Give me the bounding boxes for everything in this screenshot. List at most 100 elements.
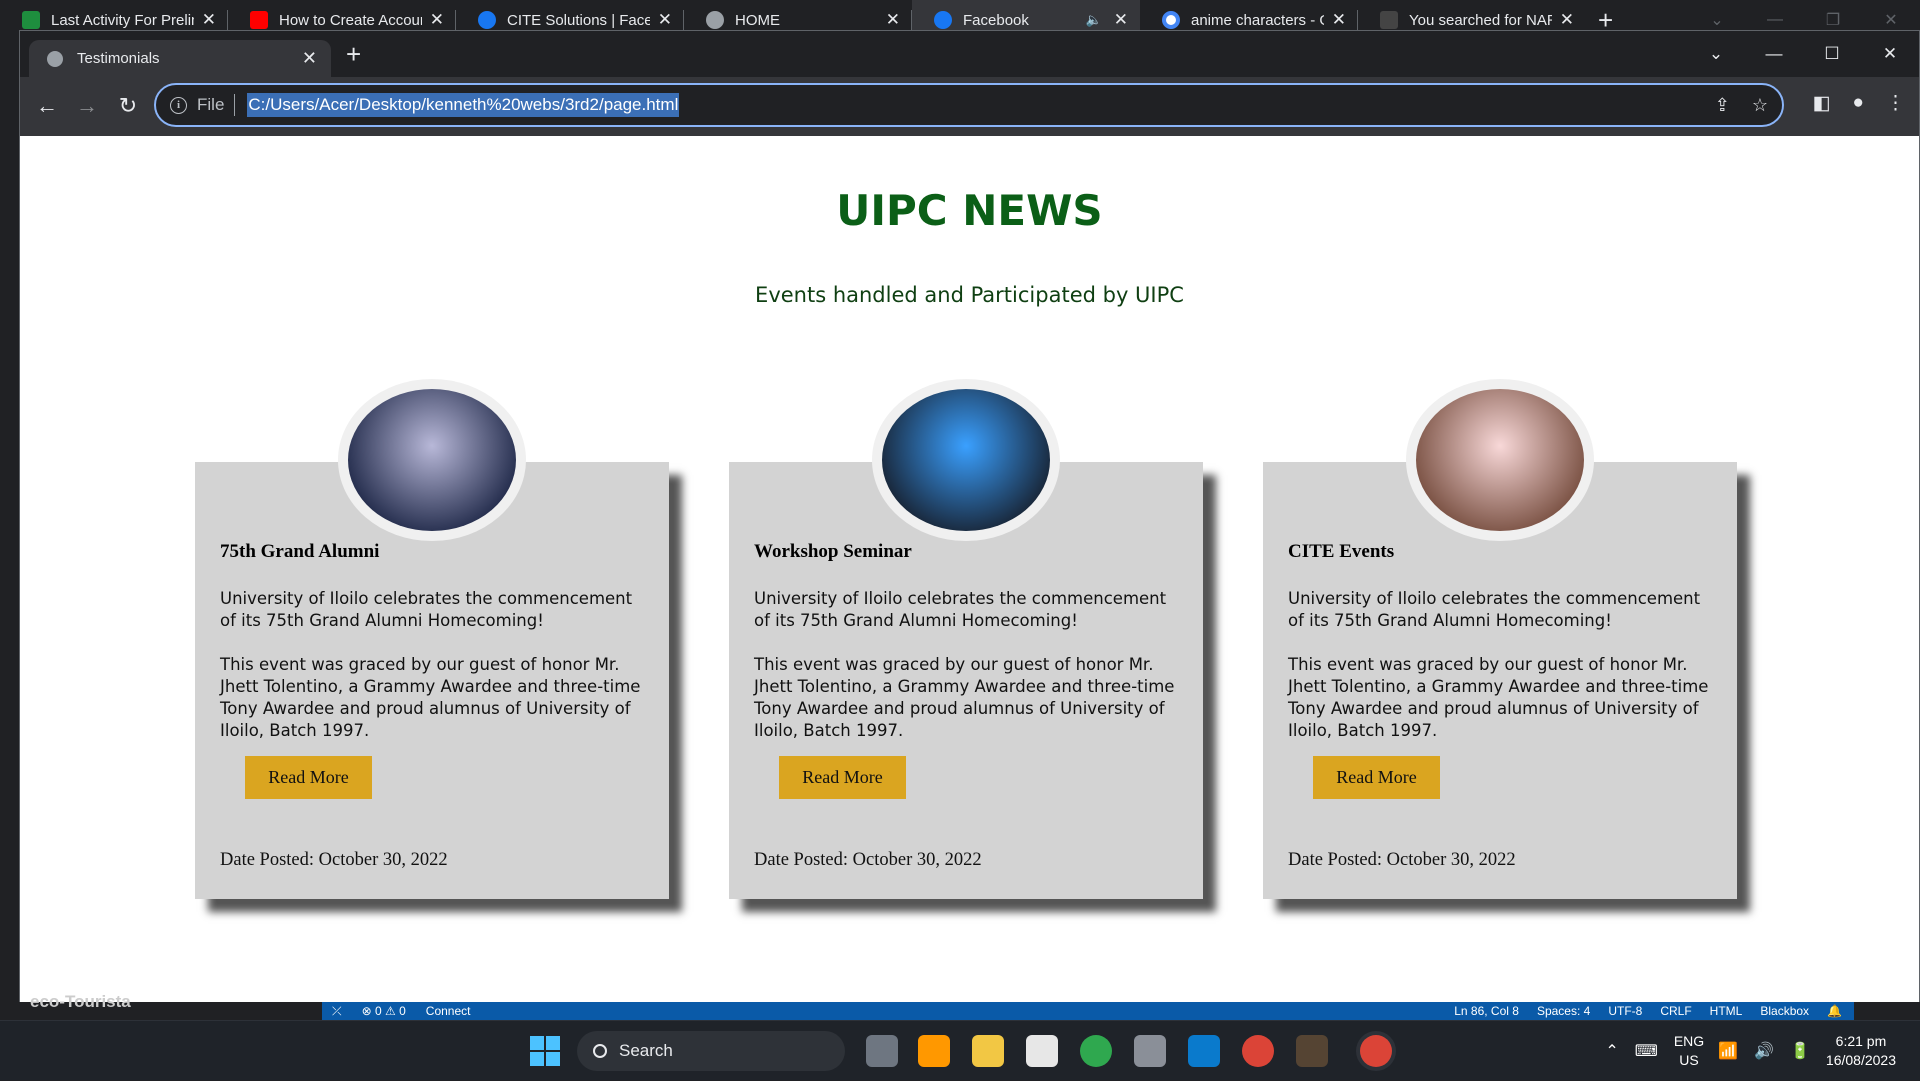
news-card: CITE Events University of Iloilo celebra… xyxy=(1263,379,1737,899)
language-label[interactable]: HTML xyxy=(1710,1004,1743,1018)
tab-title: HOME xyxy=(735,11,780,29)
chrome-active-icon[interactable] xyxy=(1360,1035,1392,1067)
page-subtitle: Events handled and Participated by UIPC xyxy=(755,283,1184,307)
divider xyxy=(234,94,236,116)
maximize-icon[interactable]: ☐ xyxy=(1803,44,1861,64)
taskbar-search[interactable]: Search xyxy=(577,1031,845,1071)
remote-icon[interactable]: ⤫ xyxy=(332,1004,342,1019)
camera-icon[interactable] xyxy=(1134,1035,1166,1067)
close-icon[interactable]: ✕ xyxy=(430,10,444,30)
app-icon[interactable] xyxy=(1296,1035,1328,1067)
classroom-icon xyxy=(22,11,40,29)
taskbar: Search ⌃ ⌨ ENG US 📶 🔊 🔋 6:21 pm 16/08/20… xyxy=(0,1020,1920,1080)
avatar-image xyxy=(882,389,1050,531)
sublime-icon[interactable] xyxy=(918,1035,950,1067)
globe-icon xyxy=(47,50,63,67)
search-label: Search xyxy=(619,1041,673,1060)
snipping-tool-icon[interactable] xyxy=(1026,1035,1058,1067)
card-paragraph: University of Iloilo celebrates the comm… xyxy=(1288,589,1701,630)
chevron-down-icon[interactable]: ⌄ xyxy=(1688,10,1746,30)
clock-time: 6:21 pm xyxy=(1835,1033,1887,1049)
avatar xyxy=(1406,379,1594,541)
card-title: Workshop Seminar xyxy=(754,541,912,562)
close-icon[interactable]: ✕ xyxy=(202,10,216,30)
search-icon xyxy=(593,1044,607,1058)
avatar-image xyxy=(348,389,516,531)
vscode-icon[interactable] xyxy=(1188,1035,1220,1067)
task-view-icon[interactable] xyxy=(866,1035,898,1067)
speaker-icon[interactable]: 🔈 xyxy=(1086,12,1102,28)
tab-title: Facebook xyxy=(963,11,1029,29)
read-more-button[interactable]: Read More xyxy=(1313,756,1440,799)
browser-toolbar: ← → ↻ i File C:/Users/Acer/Desktop/kenne… xyxy=(20,77,1919,134)
close-icon[interactable]: ✕ xyxy=(658,10,672,30)
file-explorer-icon[interactable] xyxy=(972,1035,1004,1067)
close-icon[interactable]: ✕ xyxy=(1862,10,1920,30)
card-paragraph: University of Iloilo celebrates the comm… xyxy=(754,589,1167,630)
close-icon[interactable]: ✕ xyxy=(886,10,900,30)
eol-label[interactable]: CRLF xyxy=(1660,1004,1691,1018)
tab-testimonials[interactable]: Testimonials ✕ xyxy=(29,40,331,77)
youtube-icon xyxy=(250,11,268,29)
cursor-position[interactable]: Ln 86, Col 8 xyxy=(1454,1004,1519,1018)
clock[interactable]: 6:21 pm 16/08/2023 xyxy=(1826,1032,1896,1070)
lang-code: ENG xyxy=(1673,1033,1705,1049)
minimize-icon[interactable]: — xyxy=(1745,44,1803,64)
volume-icon[interactable]: 🔊 xyxy=(1754,1041,1774,1061)
extension-label[interactable]: Blackbox xyxy=(1760,1004,1809,1018)
wifi-icon[interactable]: 📶 xyxy=(1718,1041,1738,1061)
chevron-up-icon[interactable]: ⌃ xyxy=(1605,1041,1618,1061)
new-tab-icon[interactable]: + xyxy=(346,41,361,67)
chrome-icon[interactable] xyxy=(1242,1035,1274,1067)
edge-icon[interactable] xyxy=(1080,1035,1112,1067)
tab-strip: Testimonials ✕ + ⌄ — ☐ ✕ xyxy=(20,31,1919,77)
read-more-button[interactable]: Read More xyxy=(779,756,906,799)
close-icon[interactable]: ✕ xyxy=(1560,10,1574,30)
avatar xyxy=(872,379,1060,541)
menu-icon[interactable]: ⋮ xyxy=(1886,92,1905,115)
star-icon[interactable]: ☆ xyxy=(1752,95,1768,116)
globe-icon xyxy=(706,11,724,29)
read-more-button[interactable]: Read More xyxy=(245,756,372,799)
url-text[interactable]: C:/Users/Acer/Desktop/kenneth%20webs/3rd… xyxy=(247,93,680,117)
close-icon[interactable]: ✕ xyxy=(302,48,317,69)
date-posted: Date Posted: October 30, 2022 xyxy=(220,850,448,870)
close-icon[interactable]: ✕ xyxy=(1332,10,1346,30)
tab-title: Last Activity For Prelim xyxy=(51,11,194,29)
facebook-icon xyxy=(934,11,952,29)
indent-setting[interactable]: Spaces: 4 xyxy=(1537,1004,1590,1018)
close-icon[interactable]: ✕ xyxy=(1114,10,1128,30)
start-icon[interactable] xyxy=(530,1036,560,1066)
system-tray: ⌃ ⌨ ENG US 📶 🔊 🔋 6:21 pm 16/08/2023 xyxy=(1605,1021,1920,1081)
forward-icon[interactable]: → xyxy=(72,91,102,121)
back-icon[interactable]: ← xyxy=(32,91,62,121)
chevron-down-icon[interactable]: ⌄ xyxy=(1687,44,1745,64)
clock-date: 16/08/2023 xyxy=(1825,1052,1896,1068)
card-body: University of Iloilo celebrates the comm… xyxy=(754,588,1179,742)
connect-label[interactable]: Connect xyxy=(426,1004,471,1018)
battery-icon[interactable]: 🔋 xyxy=(1790,1041,1810,1061)
address-bar[interactable]: i File C:/Users/Acer/Desktop/kenneth%20w… xyxy=(154,83,1784,127)
encoding-label[interactable]: UTF-8 xyxy=(1608,1004,1642,1018)
as-icon xyxy=(1380,11,1398,29)
language-indicator[interactable]: ENG US xyxy=(1674,1032,1704,1070)
bell-icon[interactable]: 🔔 xyxy=(1827,1004,1842,1018)
window-controls: ⌄ — ☐ ✕ xyxy=(1687,31,1919,77)
card-body: University of Iloilo celebrates the comm… xyxy=(220,588,645,742)
page-title: UIPC NEWS xyxy=(836,186,1103,235)
reload-icon[interactable]: ↻ xyxy=(113,91,143,121)
restore-icon[interactable]: ❐ xyxy=(1804,10,1862,30)
close-icon[interactable]: ✕ xyxy=(1861,44,1919,64)
card-paragraph: This event was graced by our guest of ho… xyxy=(1288,655,1709,740)
minimize-icon[interactable]: — xyxy=(1746,11,1804,29)
keyboard-icon[interactable]: ⌨ xyxy=(1635,1041,1658,1061)
side-panel-icon[interactable]: ◧ xyxy=(1813,92,1831,115)
problems-indicator[interactable]: ⊗ 0 ⚠ 0 xyxy=(362,1004,406,1018)
profile-icon[interactable]: ● xyxy=(1853,92,1864,115)
google-icon xyxy=(1162,11,1180,29)
tab-title: Testimonials xyxy=(77,50,160,67)
background-window-text: eco-Tourista xyxy=(30,992,131,1011)
info-icon[interactable]: i xyxy=(170,96,187,114)
vscode-statusbar: eco-Tourista ⤫ ⊗ 0 ⚠ 0 Connect Ln 86, Co… xyxy=(0,992,1920,1020)
share-icon[interactable]: ⇪ xyxy=(1715,95,1730,116)
